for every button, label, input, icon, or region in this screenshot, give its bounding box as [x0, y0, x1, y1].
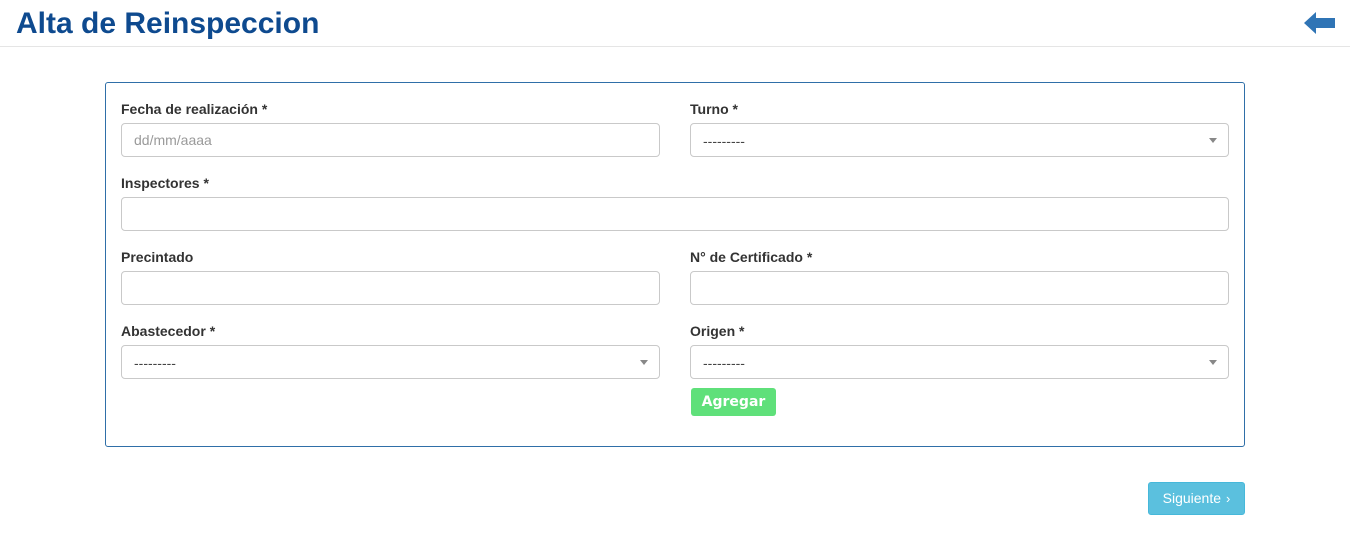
chevron-down-icon	[1209, 360, 1217, 365]
origen-selected-value: ---------	[703, 355, 745, 371]
certificado-input[interactable]	[690, 271, 1229, 305]
inspectores-input[interactable]	[121, 197, 1229, 231]
abastecedor-label: Abastecedor *	[121, 323, 216, 339]
origen-select[interactable]: ---------	[690, 345, 1229, 379]
arrow-left-icon	[1304, 12, 1335, 34]
page-header: Alta de Reinspeccion	[0, 0, 1350, 47]
abastecedor-selected-value: ---------	[134, 355, 176, 371]
chevron-down-icon	[1209, 138, 1217, 143]
certificado-label: N° de Certificado *	[690, 249, 813, 265]
inspectores-label: Inspectores *	[121, 175, 209, 191]
turno-label: Turno *	[690, 101, 738, 117]
add-button[interactable]: Agregar	[691, 388, 776, 416]
abastecedor-select[interactable]: ---------	[121, 345, 660, 379]
back-button[interactable]	[1302, 8, 1338, 38]
next-button-label: Siguiente	[1162, 490, 1222, 506]
precintado-input[interactable]	[121, 271, 660, 305]
fecha-label: Fecha de realización *	[121, 101, 268, 117]
reinspection-form: Fecha de realización * Turno * ---------…	[105, 82, 1245, 447]
precintado-label: Precintado	[121, 249, 194, 265]
origen-label: Origen *	[690, 323, 745, 339]
page-title: Alta de Reinspeccion	[16, 7, 320, 40]
chevron-down-icon	[640, 360, 648, 365]
turno-select[interactable]: ---------	[690, 123, 1229, 157]
next-button[interactable]: Siguiente ›	[1148, 482, 1245, 515]
fecha-input[interactable]	[121, 123, 660, 157]
chevron-right-icon: ›	[1226, 491, 1231, 506]
turno-selected-value: ---------	[703, 133, 745, 149]
